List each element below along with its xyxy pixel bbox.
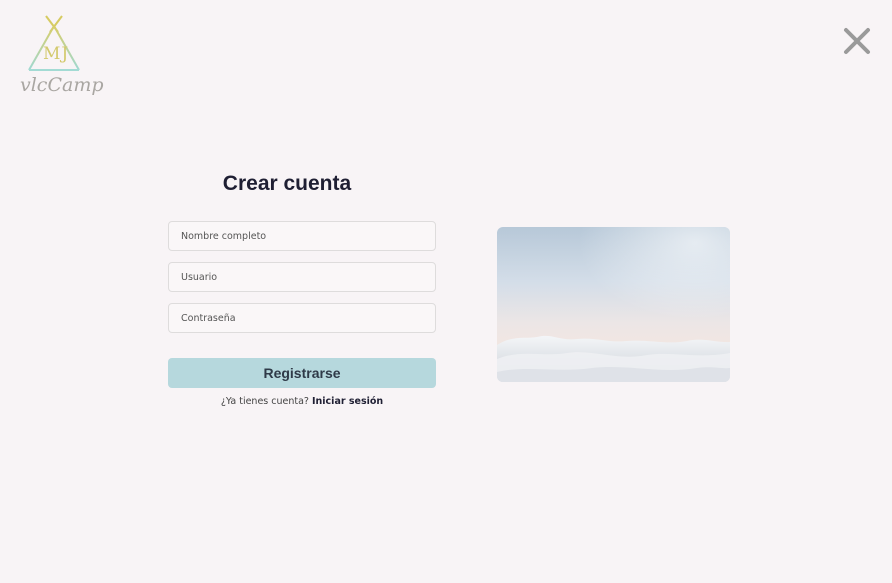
password-input[interactable]	[168, 303, 436, 333]
logo-brand-name: vlcCamp	[20, 74, 104, 96]
page-title: Crear cuenta	[222, 172, 352, 195]
clouds-image	[497, 227, 730, 382]
login-link[interactable]: Iniciar sesión	[312, 396, 383, 407]
register-button[interactable]: Registrarse	[168, 358, 436, 388]
logo: MJ vlcCamp	[18, 14, 104, 102]
username-input[interactable]	[168, 262, 436, 292]
login-prompt-line: ¿Ya tienes cuenta? Iniciar sesión	[168, 396, 436, 407]
close-icon	[844, 28, 870, 54]
close-button[interactable]	[842, 26, 872, 56]
fullname-input[interactable]	[168, 221, 436, 251]
logo-initials: MJ	[43, 44, 70, 64]
clouds-illustration	[497, 227, 730, 382]
login-prompt-text: ¿Ya tienes cuenta?	[220, 396, 309, 407]
